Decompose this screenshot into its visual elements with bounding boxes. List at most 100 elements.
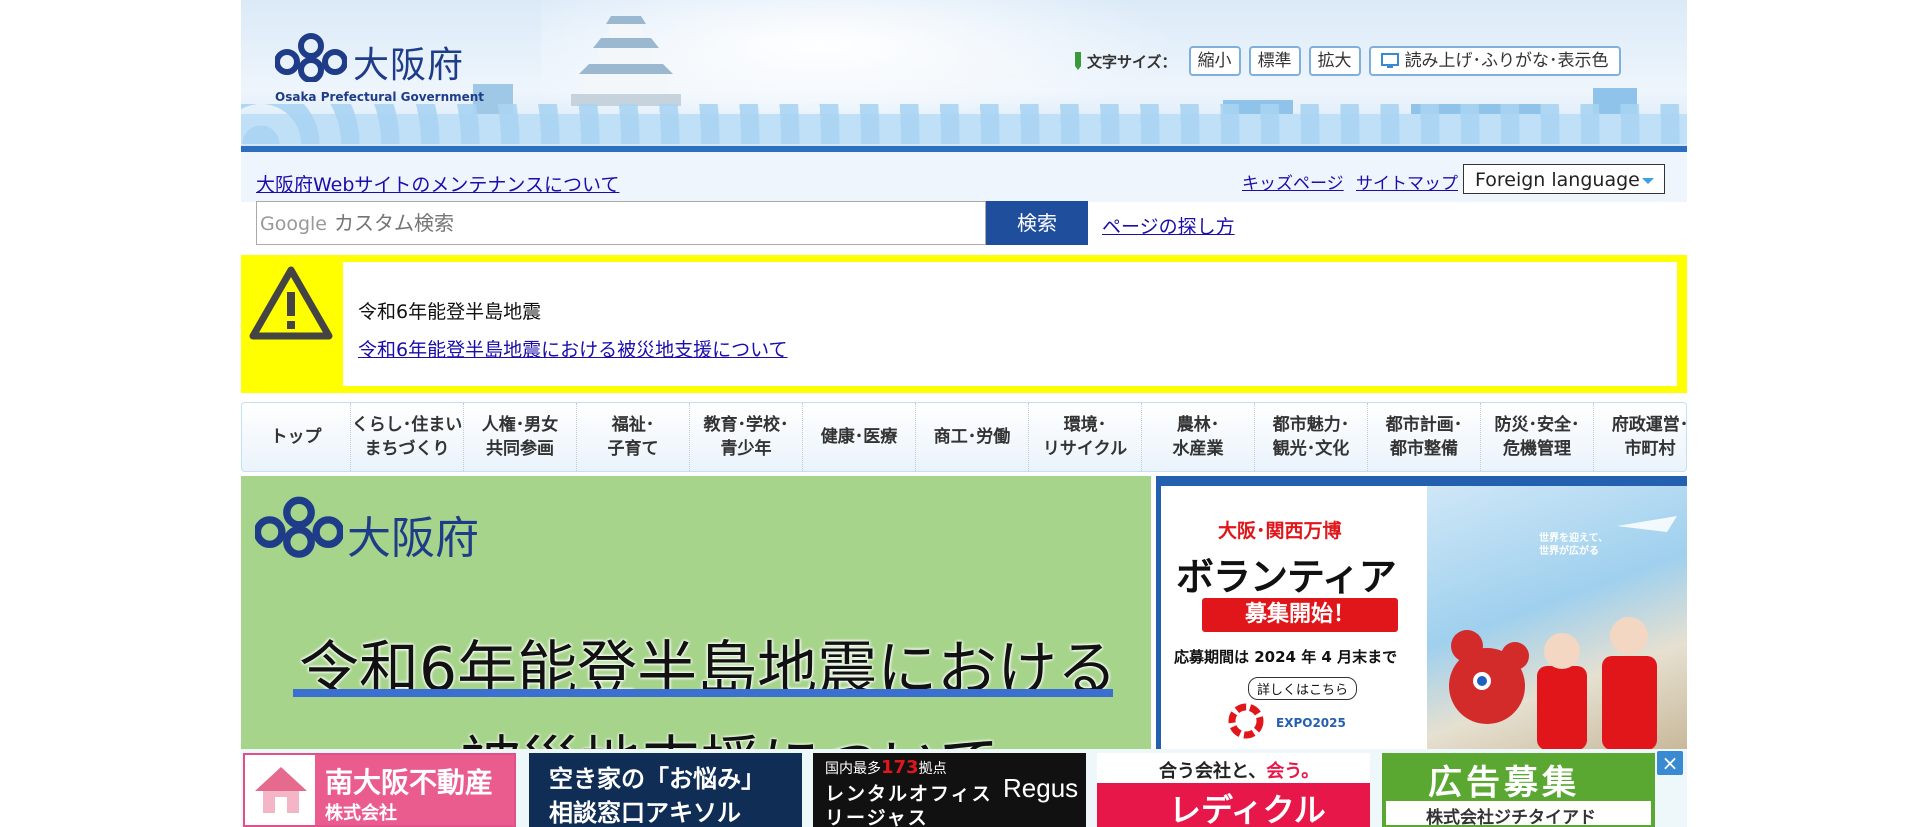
nav-item-label-line: 観光･文化 [1272, 439, 1350, 459]
nav-item-label: 防災･安全･ 危機管理 [1495, 413, 1580, 461]
read-aloud-button[interactable]: 読み上げ･ふりがな･表示色 [1368, 46, 1621, 76]
expo-period: 応募期間は 2024 年 4 月末まで [1174, 648, 1398, 666]
expo-title: 大阪･関西万博 [1218, 520, 1342, 542]
ad-text: 広告募集 [1428, 763, 1580, 803]
nav-item[interactable]: 環境･ リサイクル [1029, 403, 1142, 471]
banner-logo: 大阪府 [255, 494, 515, 564]
banner-underline [293, 689, 1113, 697]
font-size-controls: 文字サイズ： 縮小 標準 拡大 読み上げ･ふりがな･表示色 [1073, 46, 1621, 76]
nav-item[interactable]: 教育･学校･ 青少年 [690, 403, 803, 471]
search-help-link[interactable]: ページの探し方 [1102, 212, 1235, 239]
mascot-illustration [1449, 516, 1677, 750]
osaka-emblem-icon [255, 496, 343, 558]
main-banner[interactable]: 大阪府 令和6年能登半島地震における 被災地支援について [241, 476, 1151, 750]
ad-highlight: 会う。 [1266, 761, 1320, 782]
site-logo[interactable]: 大阪府 Osaka Prefectural Government [275, 32, 485, 112]
close-ads-button[interactable]: × [1657, 751, 1683, 775]
nav-item[interactable]: 都市計画･ 都市整備 [1368, 403, 1481, 471]
search-input[interactable] [332, 202, 976, 246]
alert-content: 令和6年能登半島地震 令和6年能登半島地震における被災地支援について [343, 262, 1677, 386]
nav-item-label-line: 健康･医療 [820, 427, 898, 447]
alert-link[interactable]: 令和6年能登半島地震における被災地支援について [358, 335, 788, 362]
nav-item-label-line: 水産業 [1172, 439, 1224, 459]
sitemap-link[interactable]: サイトマップ [1356, 169, 1458, 194]
warning-icon [249, 266, 333, 340]
nav-item-label-line: 人権･男女 [481, 415, 559, 435]
nav-item-label-line: 青少年 [720, 439, 772, 459]
kids-page-link[interactable]: キッズページ [1242, 169, 1344, 194]
expo-details-button[interactable]: 詳しくはこちら [1248, 677, 1358, 700]
ad-text: レディクル [1169, 791, 1326, 827]
nav-item[interactable]: 福祉･ 子育て [577, 403, 690, 471]
banner-logo-text: 大阪府 [347, 513, 479, 564]
nav-item-label: 農林･ 水産業 [1173, 413, 1224, 461]
nav-item-label-line: 福祉･ [611, 415, 655, 435]
expo-headline: ボランティア [1176, 555, 1397, 599]
expo-photo [1427, 486, 1687, 750]
ad-banner[interactable]: 広告募集 株式会社ジチタイアド [1382, 753, 1655, 827]
ad-text: 株式会社 [325, 803, 397, 824]
maintenance-link[interactable]: 大阪府Webサイトのメンテナンスについて [256, 170, 619, 197]
nav-item[interactable]: 農林･ 水産業 [1142, 403, 1255, 471]
house-icon [255, 767, 307, 813]
ad-banner[interactable]: 合う会社と、会う。 レディクル [1097, 753, 1370, 827]
search-box: Google [256, 201, 986, 246]
ad-banner[interactable]: 国内最多173拠点 レンタルオフィス リージャス Regus [813, 753, 1086, 827]
alert-title: 令和6年能登半島地震 [358, 301, 542, 323]
ad-banner[interactable]: 空き家の「お悩み」 相談窓口アキソル [529, 753, 802, 827]
osaka-castle-illustration [571, 16, 681, 106]
font-small-button[interactable]: 縮小 [1188, 46, 1241, 76]
ad-highlight: 173 [881, 757, 919, 778]
nav-item-label-line: くらし･住まい [351, 415, 463, 435]
page: 大阪府 Osaka Prefectural Government 文字サイズ： … [241, 0, 1688, 827]
ad-text: 空き家の「お悩み」 [549, 765, 765, 793]
nav-item-label-line: 教育･学校･ [703, 415, 789, 435]
global-nav: トップ くらし･住まい まちづくり 人権･男女 共同参画 福祉･ 子育て 教育･学校･ 青少年 健… [241, 402, 1688, 472]
nav-item-label-line: 都市計画･ [1385, 415, 1463, 435]
ad-text: 合う会社と、会う。 [1159, 757, 1319, 783]
nav-item[interactable]: 商工･労働 [916, 403, 1029, 471]
nav-item-label: 人権･男女 共同参画 [482, 413, 559, 461]
ad-banner[interactable]: 南大阪不動産 株式会社 [243, 753, 516, 827]
nav-item-label-line: 環境･ [1063, 415, 1107, 435]
ad-text: 拠点 [918, 761, 947, 777]
nav-item-label: 環境･ リサイクル [1043, 413, 1127, 461]
expo-logo-icon [1228, 703, 1264, 739]
nav-item-label: 福祉･ 子育て [608, 413, 659, 461]
utility-links-bar: 大阪府Webサイトのメンテナンスについて キッズページ サイトマップ Forei… [241, 152, 1687, 202]
font-size-label-text: 文字サイズ： [1087, 52, 1177, 71]
nav-item[interactable]: くらし･住まい まちづくり [351, 403, 464, 471]
expo-badge: 募集開始！ [1202, 598, 1398, 632]
nav-item-label-line: 市町村 [1624, 439, 1676, 459]
nav-item[interactable]: 府政運営･ 市町村 [1594, 403, 1706, 471]
search-button[interactable]: 検索 [986, 201, 1088, 245]
nav-item-label-line: 都市魅力･ [1272, 415, 1350, 435]
nav-item[interactable]: 都市魅力･ 観光･文化 [1255, 403, 1368, 471]
foreign-language-select[interactable]: Foreign language [1463, 164, 1665, 194]
nav-item-label: 教育･学校･ 青少年 [704, 413, 789, 461]
ad-text: レンタルオフィス [825, 783, 993, 805]
read-aloud-label: 読み上げ･ふりがな･表示色 [1404, 51, 1609, 71]
ad-text: 南大阪不動産 [325, 766, 494, 799]
nav-item[interactable]: 人権･男女 共同参画 [464, 403, 577, 471]
nav-item[interactable]: 健康･医療 [803, 403, 916, 471]
monitor-icon [1380, 53, 1399, 68]
expo-volunteer-banner[interactable]: 大阪･関西万博 ボランティア 募集開始！ 応募期間は 2024 年 4 月末まで… [1156, 476, 1687, 750]
nav-item-label-line: 都市整備 [1390, 439, 1458, 459]
nav-item-label: 都市魅力･ 観光･文化 [1273, 413, 1350, 461]
ad-text: 相談窓口アキソル [549, 799, 741, 827]
expo-logo-text: EXPO2025 [1276, 716, 1346, 730]
google-brand-text: Google [260, 213, 328, 235]
nav-item[interactable]: トップ [242, 403, 351, 471]
nav-item[interactable]: 防災･安全･ 危機管理 [1481, 403, 1594, 471]
ad-strip: 南大阪不動産 株式会社 空き家の「お悩み」 相談窓口アキソル 国内最多173拠点… [241, 749, 1687, 827]
foreign-language-label: Foreign language [1475, 169, 1640, 191]
emergency-alert: 令和6年能登半島地震 令和6年能登半島地震における被災地支援について [241, 255, 1687, 393]
banner-headline-2: 被災地支援について [461, 716, 999, 750]
font-large-button[interactable]: 拡大 [1308, 46, 1361, 76]
logo-english-text: Osaka Prefectural Government [275, 90, 485, 104]
font-standard-button[interactable]: 標準 [1248, 46, 1301, 76]
ad-text: 合う会社と、 [1159, 761, 1267, 782]
nav-item-label-line: 防災･安全･ [1494, 415, 1580, 435]
nav-item-label-line: 危機管理 [1503, 439, 1571, 459]
